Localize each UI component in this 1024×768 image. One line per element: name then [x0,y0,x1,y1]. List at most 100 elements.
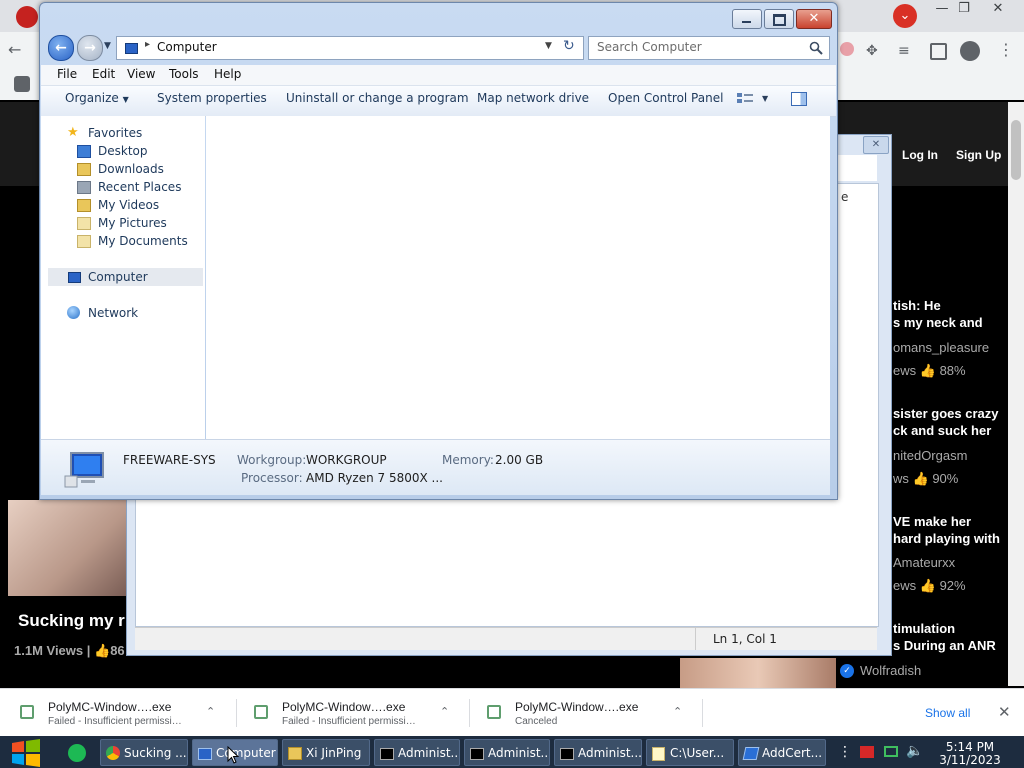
taskbar-button-cmd[interactable]: Administ... [374,739,460,766]
close-button[interactable]: ✕ [796,9,832,29]
windows-logo-icon [12,739,40,767]
favorites-star-icon: ★ [67,125,79,140]
action-center-flag-icon[interactable] [860,746,874,758]
tab-favicon-icon[interactable] [16,6,38,28]
taskbar-button-powershell[interactable]: AddCert... [738,739,826,766]
profile-avatar-icon[interactable] [960,41,980,61]
notepad-close-button[interactable]: ✕ [863,136,889,154]
back-button[interactable]: ← [48,35,74,61]
open-control-panel-button[interactable]: Open Control Panel [608,91,723,105]
browser-menu-icon[interactable]: ⋮ [998,40,1014,59]
thumbs-up-icon: 👍 [919,578,936,593]
download-item[interactable]: PolyMC-Window….exe Canceled ⌃ [467,689,697,737]
refresh-icon[interactable]: ↻ [563,38,575,54]
show-all-button[interactable]: Show all [925,706,970,720]
nav-recent-places[interactable]: Recent Places [98,180,181,194]
sidebar-video-title[interactable]: VE make her hard playing with [893,513,1005,547]
signup-link[interactable]: Sign Up [956,148,1001,162]
file-icon [254,705,268,719]
nav-desktop[interactable]: Desktop [98,144,148,158]
menu-edit[interactable]: Edit [92,67,115,81]
breadcrumb-computer[interactable]: Computer [157,40,217,54]
sidebar-video-title[interactable]: sister goes crazy ck and suck her [893,405,1005,439]
search-input[interactable]: Search Computer [588,36,830,60]
taskbar-button-cmd[interactable]: Administ... [464,739,550,766]
chevron-up-icon[interactable]: ⌃ [673,705,682,718]
download-status: Canceled [515,716,558,727]
view-options-chevron-icon[interactable]: ▼ [762,94,768,103]
mouse-cursor-icon [227,746,239,764]
sidebar-video-title[interactable]: timulation s During an ANR [893,620,1005,654]
download-item[interactable]: PolyMC-Window….exe Failed - Insufficient… [0,689,230,737]
extensions-puzzle-icon[interactable]: ✥ [866,43,878,59]
minimize-button[interactable] [732,9,762,29]
explorer-window[interactable]: ✕ ← → ▼ ▸ Computer ▼ ↻ Search Computer F… [39,2,838,500]
nav-favorites[interactable]: Favorites [88,126,142,140]
spotify-taskbar-icon[interactable] [68,744,86,762]
nav-my-videos[interactable]: My Videos [98,198,159,212]
start-button[interactable] [10,739,42,767]
browser-restore-button[interactable]: ❐ [947,0,981,18]
recent-pages-dropdown[interactable]: ▼ [104,41,111,51]
maximize-icon [773,14,786,26]
page-scrollbar-thumb[interactable] [1011,120,1021,180]
download-status: Failed - Insufficient permissi… [282,716,416,727]
browser-close-button[interactable]: ✕ [981,0,1015,18]
nav-my-documents[interactable]: My Documents [98,234,188,248]
taskbar-button-chrome[interactable]: Sucking ... [100,739,188,766]
sidebar-video-stats: ews 👍 92% [893,578,966,593]
download-item[interactable]: PolyMC-Window….exe Failed - Insufficient… [234,689,464,737]
change-view-button[interactable] [737,93,755,107]
menu-file[interactable]: File [57,67,77,81]
video-thumbnail[interactable] [8,500,126,596]
close-shelf-icon[interactable]: ✕ [998,703,1011,721]
video-thumbnail[interactable] [680,658,836,688]
thumbs-up-icon: 👍 [94,643,111,658]
profile-flag-icon[interactable] [840,42,854,56]
reading-list-icon[interactable]: ≡ [898,43,910,59]
taskbar-button-cmd[interactable]: Administ... [554,739,642,766]
menu-help[interactable]: Help [214,67,241,81]
menu-tools[interactable]: Tools [169,67,199,81]
system-clock[interactable]: 5:14 PM 3/11/2023 [930,741,1010,767]
login-link[interactable]: Log In [902,148,938,162]
maximize-button[interactable] [764,9,794,29]
file-list[interactable] [206,116,830,439]
address-bar[interactable]: ▸ Computer ▼ ↻ [116,36,584,60]
nav-network[interactable]: Network [88,306,138,320]
chevron-up-icon[interactable]: ⌃ [440,705,449,718]
chevron-up-icon[interactable]: ⌃ [206,705,215,718]
organize-button[interactable]: Organize ▼ [65,91,129,105]
sidebar-video-user[interactable]: omans_pleasure [893,340,1005,355]
sidebar-video-user[interactable]: Amateurxx [893,555,1005,570]
documents-folder-icon [77,235,91,248]
nav-downloads[interactable]: Downloads [98,162,164,176]
sidebar-video-user[interactable]: Wolfradish [860,663,972,678]
chrome-update-icon[interactable]: ⌄ [893,4,917,28]
workgroup-value: WORKGROUP [306,453,387,467]
side-panel-icon[interactable] [930,43,947,60]
video-stats: 1.1M Views | 👍86 [14,643,125,658]
map-network-drive-button[interactable]: Map network drive [477,91,589,105]
video-title[interactable]: Sucking my r [18,611,128,631]
uninstall-program-button[interactable]: Uninstall or change a program [286,91,469,105]
forward-button[interactable]: → [77,35,103,61]
search-icon[interactable] [809,41,823,55]
tray-overflow-icon[interactable]: ⋮ [838,744,852,760]
network-tray-icon[interactable] [884,746,898,757]
browser-back-icon[interactable]: ← [8,40,21,59]
extension-icon[interactable] [14,76,30,92]
address-dropdown-icon[interactable]: ▼ [545,41,552,51]
preview-pane-icon[interactable] [791,92,807,106]
menu-view[interactable]: View [127,67,155,81]
volume-icon[interactable]: 🔈 [906,743,923,759]
breadcrumb-chevron-icon[interactable]: ▸ [145,39,150,50]
page-scrollbar[interactable] [1008,102,1024,686]
taskbar-button-notepad[interactable]: C:\User... [646,739,734,766]
taskbar-button-folder[interactable]: Xi JinPing [282,739,370,766]
nav-computer[interactable]: Computer [88,270,148,284]
nav-my-pictures[interactable]: My Pictures [98,216,167,230]
system-properties-button[interactable]: System properties [157,91,267,105]
sidebar-video-title[interactable]: tish: He s my neck and [893,297,1005,331]
sidebar-video-user[interactable]: nitedOrgasm [893,448,1005,463]
